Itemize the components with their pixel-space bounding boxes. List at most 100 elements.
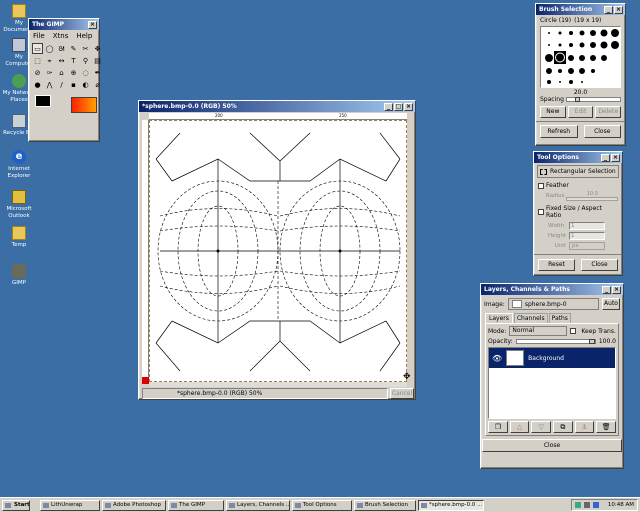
close-button[interactable]: Close xyxy=(581,259,618,271)
eye-icon[interactable]: 👁 xyxy=(492,354,502,363)
tray-icon-volume[interactable] xyxy=(583,502,590,508)
tool-button-9[interactable]: T xyxy=(68,55,79,66)
close-icon[interactable]: × xyxy=(612,285,621,294)
minimize-icon[interactable]: _ xyxy=(602,285,611,294)
anchor-layer-icon[interactable]: ⚓ xyxy=(574,421,595,433)
taskbar-item-1[interactable]: Adobe Photoshop xyxy=(102,499,166,511)
tab-paths[interactable]: Paths xyxy=(548,313,571,323)
fixed-size-row[interactable]: Fixed Size / Aspect Ratio xyxy=(534,201,622,221)
tool-button-8[interactable]: ↔ xyxy=(56,55,67,66)
tool-button-14[interactable]: ⌂ xyxy=(56,67,67,78)
tool-button-2[interactable]: ᘛ xyxy=(56,43,67,54)
lower-layer-icon[interactable]: ▽ xyxy=(531,421,552,433)
tool-button-15[interactable]: ⊕ xyxy=(68,67,79,78)
brush-grid[interactable] xyxy=(540,26,621,88)
close-icon[interactable]: × xyxy=(88,20,97,29)
fixed-size-checkbox[interactable] xyxy=(538,209,544,215)
new-brush-button[interactable]: New xyxy=(540,106,566,118)
layers-titlebar[interactable]: Layers, Channels & Paths _ × xyxy=(481,284,623,295)
tool-options-titlebar[interactable]: Tool Options _ × xyxy=(534,152,622,163)
tool-button-11[interactable]: ▤ xyxy=(92,55,103,66)
quickmask-icon[interactable] xyxy=(142,377,149,384)
foreground-color-swatch[interactable] xyxy=(35,95,51,107)
gradient-swatch[interactable] xyxy=(71,97,97,113)
minimize-icon[interactable]: _ xyxy=(601,153,610,162)
tool-button-17[interactable]: ✒ xyxy=(92,67,103,78)
spacing-slider[interactable] xyxy=(565,97,621,102)
toolbox-titlebar[interactable]: The GIMP × xyxy=(29,19,99,30)
mode-dropdown[interactable]: Normal xyxy=(509,326,568,336)
height-field[interactable]: 1 xyxy=(569,232,605,240)
tool-button-18[interactable]: ● xyxy=(32,79,43,90)
desktop-icon-outlook[interactable]: Microsoft Outlook xyxy=(2,190,36,219)
edit-brush-button[interactable]: Edit xyxy=(567,106,594,118)
tool-button-13[interactable]: ✑ xyxy=(44,67,55,78)
tool-button-5[interactable]: ✥ xyxy=(92,43,103,54)
menu-help[interactable]: Help xyxy=(76,32,92,40)
tool-button-3[interactable]: ✎ xyxy=(68,43,79,54)
image-dropdown[interactable]: sphere.bmp-0 xyxy=(507,298,599,310)
new-layer-icon[interactable]: ❐ xyxy=(488,421,508,433)
taskbar-item-2[interactable]: The GIMP xyxy=(168,499,224,511)
menu-xtns[interactable]: Xtns xyxy=(53,32,69,40)
menu-file[interactable]: File xyxy=(33,32,45,40)
feather-checkbox[interactable] xyxy=(538,182,544,189)
close-icon[interactable]: × xyxy=(611,153,620,162)
image-titlebar[interactable]: *sphere.bmp-0.0 (RGB) 50% _ □ × xyxy=(139,101,415,112)
rect-select-icon xyxy=(540,168,547,175)
tool-button-10[interactable]: ⚲ xyxy=(80,55,91,66)
tool-button-1[interactable]: ◯ xyxy=(44,43,55,54)
desktop-icon-gimp[interactable]: GIMP xyxy=(2,264,36,287)
minimize-icon[interactable]: _ xyxy=(384,102,393,111)
layer-row-background[interactable]: 👁 Background xyxy=(489,348,615,368)
opacity-slider[interactable] xyxy=(515,339,596,344)
close-button[interactable]: Close xyxy=(583,125,621,138)
taskbar-item-6[interactable]: *sphere.bmp-0.0 ... xyxy=(418,499,484,511)
tool-button-12[interactable]: ⊘ xyxy=(32,67,43,78)
keep-trans-checkbox[interactable] xyxy=(570,328,577,334)
tool-button-22[interactable]: ◐ xyxy=(80,79,91,90)
minimize-icon[interactable]: _ xyxy=(604,5,613,14)
brush-titlebar[interactable]: Brush Selection _ × xyxy=(536,4,625,15)
radius-slider[interactable] xyxy=(566,197,618,201)
taskbar-item-0[interactable]: LithUnwrap xyxy=(40,499,100,511)
close-icon[interactable]: × xyxy=(614,5,623,14)
taskbar-item-5[interactable]: Brush Selection xyxy=(354,499,416,511)
tray-icon-network[interactable] xyxy=(574,502,581,508)
desktop-icon-temp[interactable]: Temp xyxy=(2,226,36,249)
image-canvas[interactable] xyxy=(149,120,407,382)
tool-button-21[interactable]: ▪ xyxy=(68,79,79,90)
maximize-icon[interactable]: □ xyxy=(394,102,403,111)
width-field[interactable]: 1 xyxy=(569,222,605,230)
tool-button-23[interactable]: ⌀ xyxy=(92,79,103,90)
tray-icon-monitor[interactable] xyxy=(592,502,599,508)
tool-button-6[interactable]: ⬚ xyxy=(32,55,43,66)
close-icon[interactable]: × xyxy=(404,102,413,111)
cancel-button[interactable]: Cancel xyxy=(390,387,414,399)
delete-layer-icon[interactable]: 🗑 xyxy=(596,421,617,433)
tool-button-7[interactable]: ⌖ xyxy=(44,55,55,66)
taskbar-item-4[interactable]: Tool Options xyxy=(292,499,352,511)
close-button[interactable]: Close xyxy=(482,439,622,452)
feather-row[interactable]: Feather xyxy=(534,180,622,191)
desktop-icon-internet-explorer[interactable]: e Internet Explorer xyxy=(2,150,36,179)
duplicate-layer-icon[interactable]: ⧉ xyxy=(553,421,573,433)
tool-button-20[interactable]: / xyxy=(56,79,67,90)
tool-grid: ▭ ◯ ᘛ ✎ ✂ ✥ ⬚ ⌖ ↔ T ⚲ ▤ ⊘ ✑ ⌂ ⊕ ◌ ✒ ● ⋀ / ▪ ◐ ⌀ xyxy=(29,42,101,91)
tool-button-16[interactable]: ◌ xyxy=(80,67,91,78)
tool-button-19[interactable]: ⋀ xyxy=(44,79,55,90)
tool-button-0[interactable]: ▭ xyxy=(32,43,43,54)
radius-row: Radius 10.0 xyxy=(534,191,622,201)
raise-layer-icon[interactable]: △ xyxy=(509,421,530,433)
start-button[interactable]: Start xyxy=(2,499,30,511)
reset-button[interactable]: Reset xyxy=(538,259,575,271)
tab-channels[interactable]: Channels xyxy=(513,313,548,323)
tool-button-4[interactable]: ✂ xyxy=(80,43,91,54)
unit-dropdown[interactable]: px xyxy=(569,242,605,250)
taskbar-item-3[interactable]: Layers, Channels ... xyxy=(226,499,290,511)
refresh-button[interactable]: Refresh xyxy=(540,125,578,138)
delete-brush-button[interactable]: Delete xyxy=(595,106,622,118)
auto-button[interactable]: Auto xyxy=(602,298,620,310)
tab-layers[interactable]: Layers xyxy=(485,313,513,323)
navigate-icon[interactable]: ✥ xyxy=(403,373,412,382)
